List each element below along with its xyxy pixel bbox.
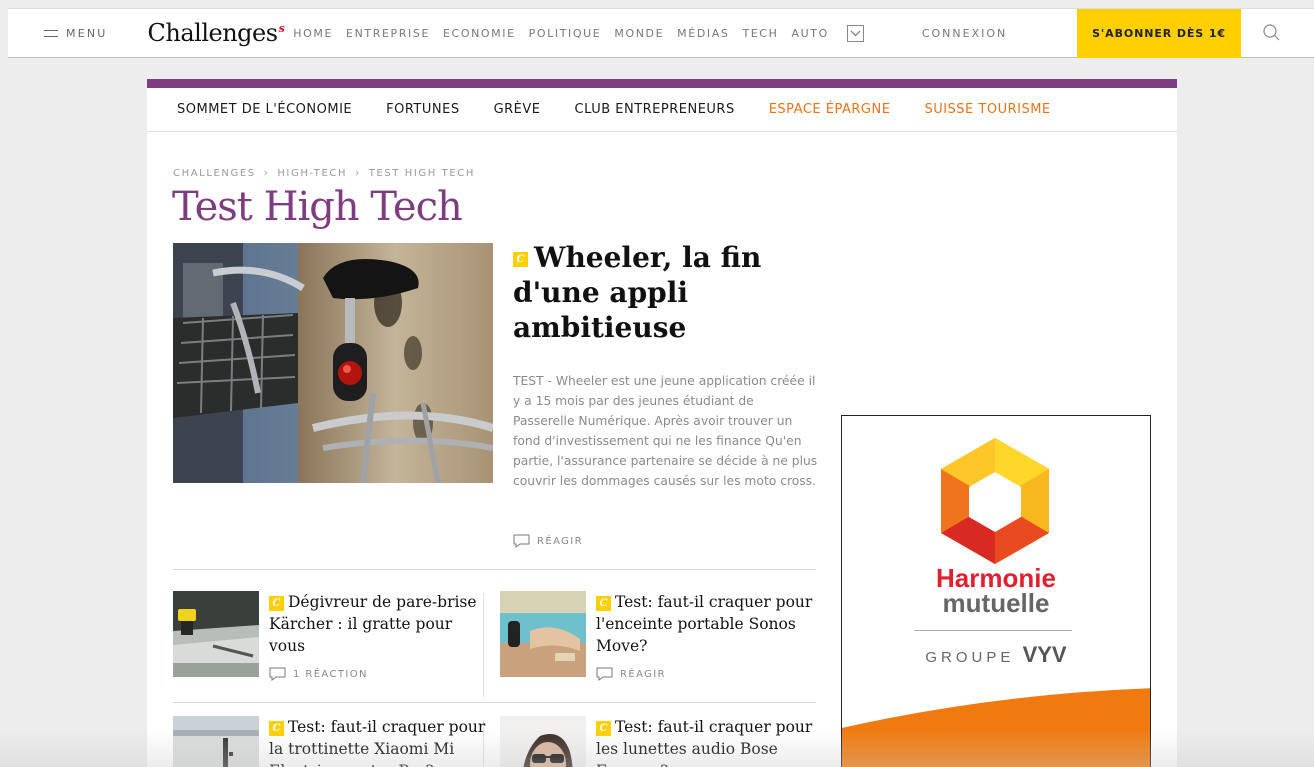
ad-group-line: GROUPE VYV: [842, 642, 1150, 668]
ad-group-brand: VYV: [1022, 642, 1067, 667]
hamburger-icon: [44, 29, 58, 37]
challenges-badge-icon: C: [513, 252, 528, 267]
article-title-text: Dégivreur de pare-brise Kärcher : il gra…: [269, 593, 477, 655]
article-react-link[interactable]: RÉAGIR: [596, 667, 666, 681]
section-divider: [173, 702, 816, 703]
main-nav: HOME ENTREPRISE ECONOMIE POLITIQUE MONDE…: [293, 27, 842, 40]
article-thumbnail: [500, 716, 586, 767]
ad-group-label: GROUPE: [925, 649, 1015, 666]
article-thumbnail: [173, 716, 259, 767]
subnav-item-club[interactable]: CLUB ENTREPRENEURS: [575, 102, 735, 117]
article-title: C Dégivreur de pare-brise Kärcher : il gr…: [269, 591, 487, 657]
article-title: C Test: faut-il craquer pour l'enceinte p…: [596, 591, 814, 657]
article-title-text: Test: faut-il craquer pour la trottinett…: [269, 718, 486, 767]
challenges-badge-icon: C: [596, 721, 611, 736]
site-logo[interactable]: Challengess: [148, 19, 285, 47]
ad-brand-line2: mutuelle: [942, 588, 1050, 618]
breadcrumb-current: TEST HIGH TECH: [368, 168, 475, 179]
comment-bubble-icon: [269, 667, 286, 681]
breadcrumb-separator-icon: ›: [263, 168, 270, 179]
page-title: Test High Tech: [172, 184, 463, 230]
article-title: C Test: faut-il craquer pour la trottinet…: [269, 716, 487, 767]
ad-brand-name: Harmonie mutuelle: [842, 565, 1150, 618]
menu-label: MENU: [66, 26, 108, 40]
article-title-text: Test: faut-il craquer pour l'enceinte po…: [596, 593, 813, 655]
article-react-label: 1 RÉACTION: [293, 668, 368, 680]
breadcrumb-separator-icon: ›: [355, 168, 361, 179]
sub-nav: SOMMET DE L'ÉCONOMIE FORTUNES GRÈVE CLUB…: [147, 88, 1177, 132]
challenges-badge-icon: C: [596, 596, 611, 611]
hero-react-link[interactable]: RÉAGIR: [513, 534, 583, 548]
hero-article-image[interactable]: [173, 243, 493, 483]
nav-item-medias[interactable]: MÉDIAS: [677, 27, 729, 40]
ad-orange-wave: [842, 688, 1150, 767]
article-title-text: Test: faut-il craquer pour les lunettes …: [596, 718, 813, 767]
nav-item-auto[interactable]: AUTO: [791, 27, 828, 40]
menu-button[interactable]: MENU: [44, 27, 108, 40]
nav-item-economie[interactable]: ECONOMIE: [443, 27, 516, 40]
nav-item-tech[interactable]: TECH: [742, 27, 778, 40]
subnav-item-sommet[interactable]: SOMMET DE L'ÉCONOMIE: [177, 102, 352, 117]
search-button[interactable]: [1262, 23, 1282, 43]
ad-divider: [914, 630, 1072, 631]
content-card: SOMMET DE L'ÉCONOMIE FORTUNES GRÈVE CLUB…: [147, 79, 1177, 767]
article-react-label: RÉAGIR: [620, 668, 666, 680]
logo-text: Challenges: [147, 19, 279, 47]
nav-item-politique[interactable]: POLITIQUE: [529, 27, 602, 40]
top-bar: MENU Challengess HOME ENTREPRISE ECONOMI…: [8, 8, 1314, 58]
challenges-badge-icon: C: [269, 596, 284, 611]
subscribe-button[interactable]: S'ABONNER DÈS 1€: [1077, 9, 1241, 58]
nav-item-monde[interactable]: MONDE: [614, 27, 664, 40]
subnav-item-epargne[interactable]: ESPACE ÉPARGNE: [769, 102, 891, 117]
breadcrumb: CHALLENGES › HIGH-TECH › TEST HIGH TECH: [173, 168, 475, 179]
connexion-link[interactable]: CONNEXION: [922, 27, 1007, 40]
article-title: C Test: faut-il craquer pour les lunettes…: [596, 716, 814, 767]
hero-article-description: TEST - Wheeler est une jeune application…: [513, 374, 818, 488]
comment-bubble-icon: [513, 534, 530, 548]
hero-article-title[interactable]: C Wheeler, la fin d'une appli ambitieuse: [513, 240, 813, 345]
nav-item-home[interactable]: HOME: [293, 27, 333, 40]
harmonie-hexagon-logo: [941, 438, 1049, 564]
subnav-item-suisse[interactable]: SUISSE TOURISME: [924, 102, 1050, 117]
nav-item-entreprise[interactable]: ENTREPRISE: [346, 27, 430, 40]
advertisement-harmonie-mutuelle[interactable]: Harmonie mutuelle GROUPE VYV: [841, 415, 1151, 767]
breadcrumb-high-tech[interactable]: HIGH-TECH: [277, 168, 347, 179]
hero-react-label: RÉAGIR: [537, 535, 583, 547]
article-react-link[interactable]: 1 RÉACTION: [269, 667, 368, 681]
section-divider: [173, 569, 816, 570]
comment-bubble-icon: [596, 667, 613, 681]
subnav-item-fortunes[interactable]: FORTUNES: [386, 102, 459, 117]
nav-more-button[interactable]: [846, 24, 864, 42]
breadcrumb-challenges[interactable]: CHALLENGES: [173, 168, 256, 179]
hero-title-text: Wheeler, la fin d'une appli ambitieuse: [513, 241, 762, 344]
challenges-badge-icon: C: [269, 721, 284, 736]
search-icon: [1263, 24, 1280, 41]
article-thumbnail: [173, 591, 259, 677]
chevron-down-icon: [850, 30, 861, 36]
subnav-item-greve[interactable]: GRÈVE: [494, 102, 541, 117]
article-thumbnail: [500, 591, 586, 677]
